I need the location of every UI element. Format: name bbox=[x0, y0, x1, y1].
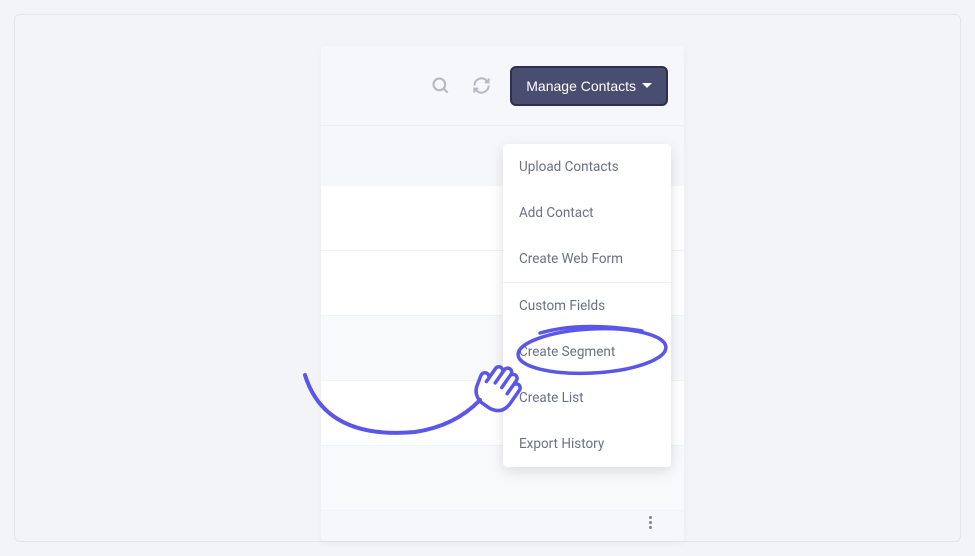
search-icon[interactable] bbox=[430, 75, 452, 97]
menu-item-create-segment[interactable]: Create Segment bbox=[503, 329, 671, 375]
chevron-down-icon bbox=[642, 83, 652, 88]
toolbar: Manage Contacts bbox=[321, 46, 684, 126]
refresh-icon[interactable] bbox=[470, 75, 492, 97]
menu-item-add-contact[interactable]: Add Contact bbox=[503, 190, 671, 236]
menu-item-upload-contacts[interactable]: Upload Contacts bbox=[503, 144, 671, 190]
more-vertical-icon[interactable] bbox=[649, 516, 652, 529]
menu-item-custom-fields[interactable]: Custom Fields bbox=[503, 283, 671, 329]
menu-item-export-history[interactable]: Export History bbox=[503, 421, 671, 467]
menu-item-create-web-form[interactable]: Create Web Form bbox=[503, 236, 671, 282]
manage-contacts-dropdown: Upload Contacts Add Contact Create Web F… bbox=[503, 144, 671, 467]
menu-item-create-list[interactable]: Create List bbox=[503, 375, 671, 421]
manage-contacts-label: Manage Contacts bbox=[526, 78, 636, 94]
content-panel: Manage Contacts Upload Contacts Add Cont… bbox=[321, 46, 684, 541]
app-frame: Manage Contacts Upload Contacts Add Cont… bbox=[14, 14, 961, 542]
manage-contacts-button[interactable]: Manage Contacts bbox=[510, 66, 668, 106]
more-row bbox=[321, 503, 684, 541]
